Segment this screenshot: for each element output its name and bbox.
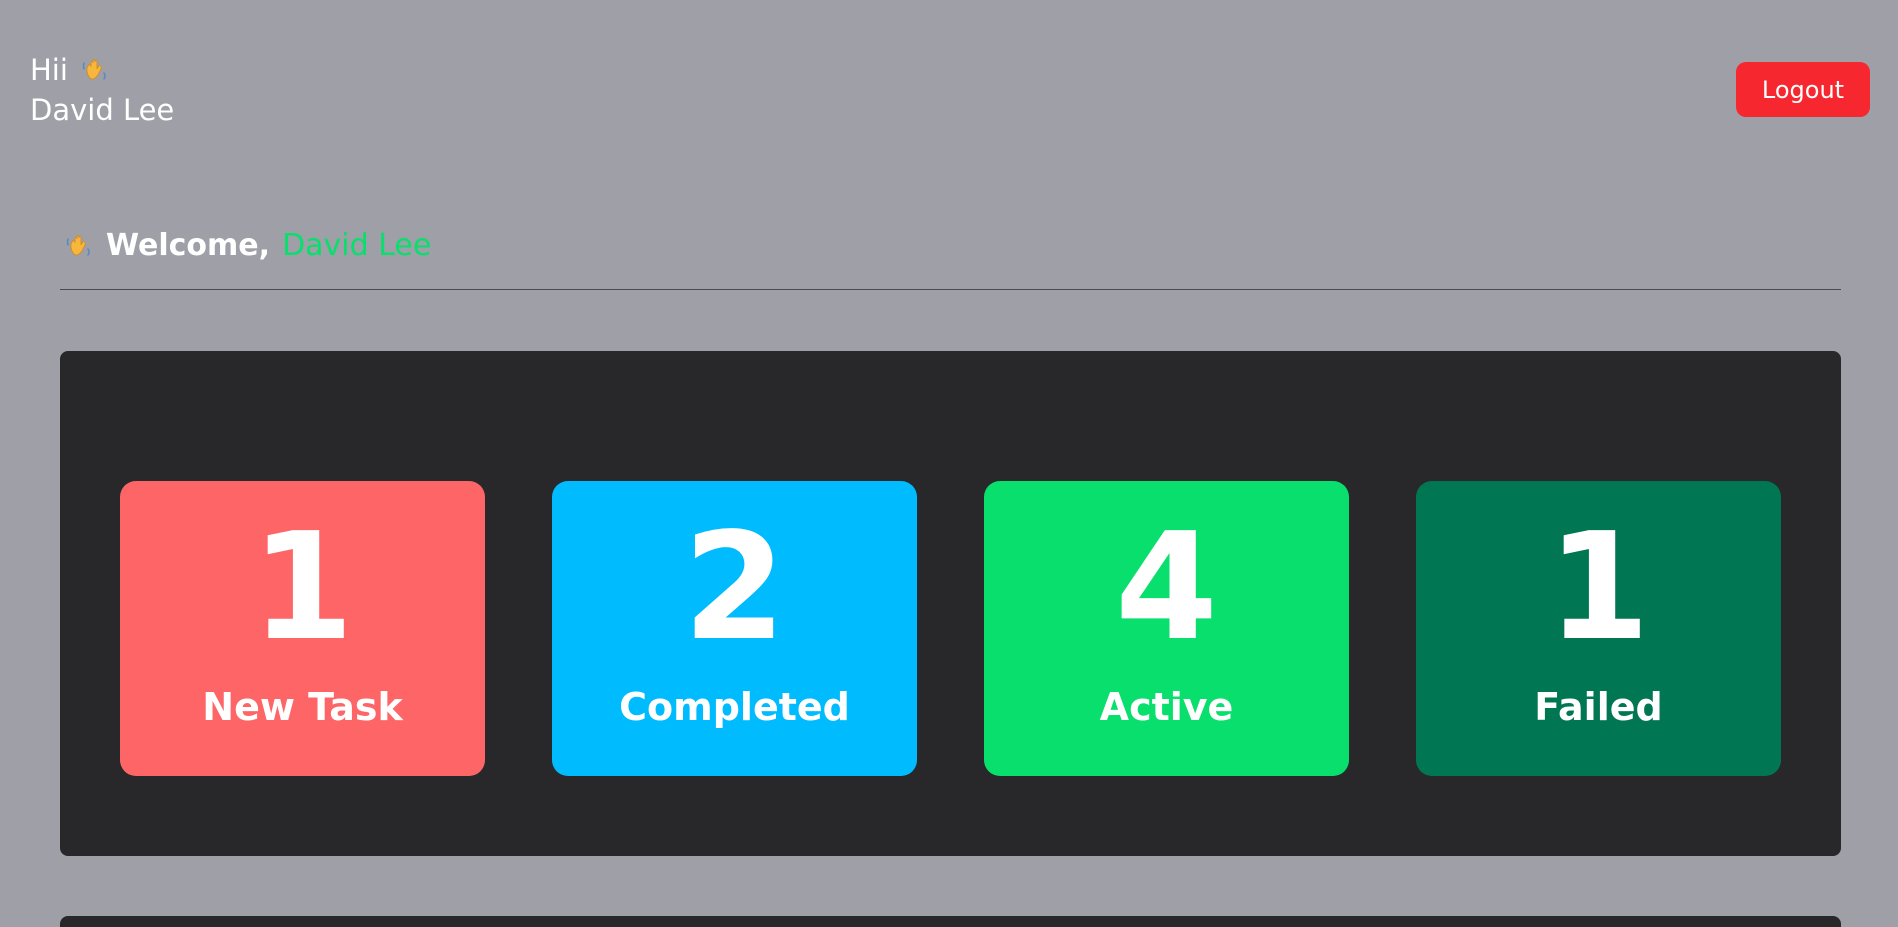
stat-label: New Task [202, 685, 403, 729]
stat-count: 1 [251, 501, 354, 673]
user-name: David Lee [30, 93, 175, 127]
welcome-prefix: Welcome, [106, 228, 271, 263]
waving-hand-icon [64, 231, 94, 261]
welcome-heading: Welcome, David Lee [64, 228, 431, 263]
stat-card-active: 4 Active [984, 481, 1349, 776]
stat-label: Completed [619, 685, 850, 729]
stat-card-completed: 2 Completed [552, 481, 917, 776]
waving-hand-icon [80, 55, 110, 85]
greeting-line: Hii [30, 50, 174, 90]
stat-card-new-task: 1 New Task [120, 481, 485, 776]
task-list-panel [60, 916, 1841, 927]
task-stats-panel: 1 New Task 2 Completed 4 Active 1 Failed [60, 351, 1841, 856]
stat-count: 1 [1547, 501, 1650, 673]
user-greeting: Hii David Lee [30, 50, 174, 130]
logout-button[interactable]: Logout [1736, 62, 1870, 117]
greeting-text: Hii [30, 53, 68, 87]
stat-count: 2 [683, 501, 786, 673]
stat-label: Active [1099, 685, 1234, 729]
stat-card-failed: 1 Failed [1416, 481, 1781, 776]
section-divider [60, 289, 1841, 290]
stat-label: Failed [1534, 685, 1663, 729]
stat-count: 4 [1115, 501, 1218, 673]
welcome-user-name: David Lee [282, 228, 432, 263]
